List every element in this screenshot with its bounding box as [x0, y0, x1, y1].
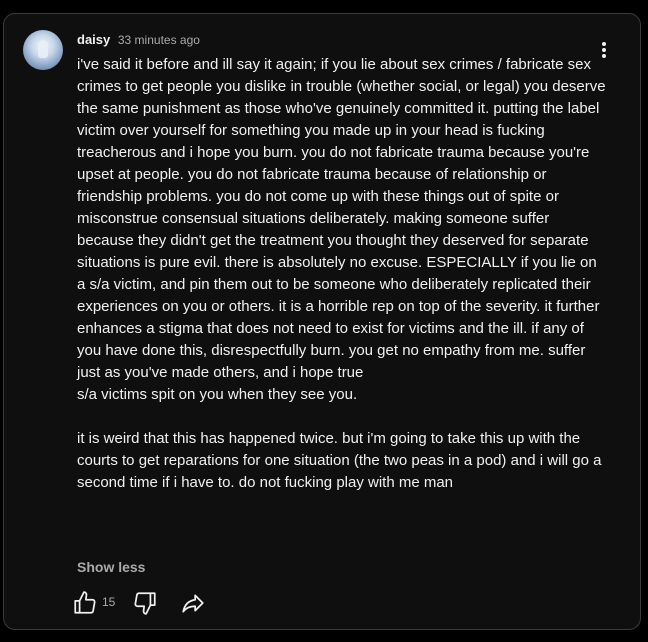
- comment-timestamp[interactable]: 33 minutes ago: [118, 33, 200, 47]
- share-button[interactable]: [180, 590, 206, 616]
- comment-header: daisy 33 minutes ago: [77, 31, 200, 49]
- comment-card: daisy 33 minutes ago i've said it before…: [3, 13, 641, 630]
- user-avatar[interactable]: [23, 30, 63, 70]
- avatar-figure: [38, 40, 48, 58]
- menu-dot: [602, 42, 606, 46]
- like-button[interactable]: 15: [72, 590, 115, 616]
- like-count: 15: [102, 595, 116, 609]
- author-name[interactable]: daisy: [77, 32, 110, 47]
- thumbs-up-icon: [74, 591, 96, 614]
- share-arrow-icon: [182, 594, 204, 613]
- thumbs-down-icon: [134, 592, 156, 615]
- show-less-button[interactable]: Show less: [77, 559, 145, 575]
- comment-text: i've said it before and ill say it again…: [77, 56, 606, 491]
- menu-dot: [602, 48, 606, 52]
- dislike-button[interactable]: [132, 590, 158, 616]
